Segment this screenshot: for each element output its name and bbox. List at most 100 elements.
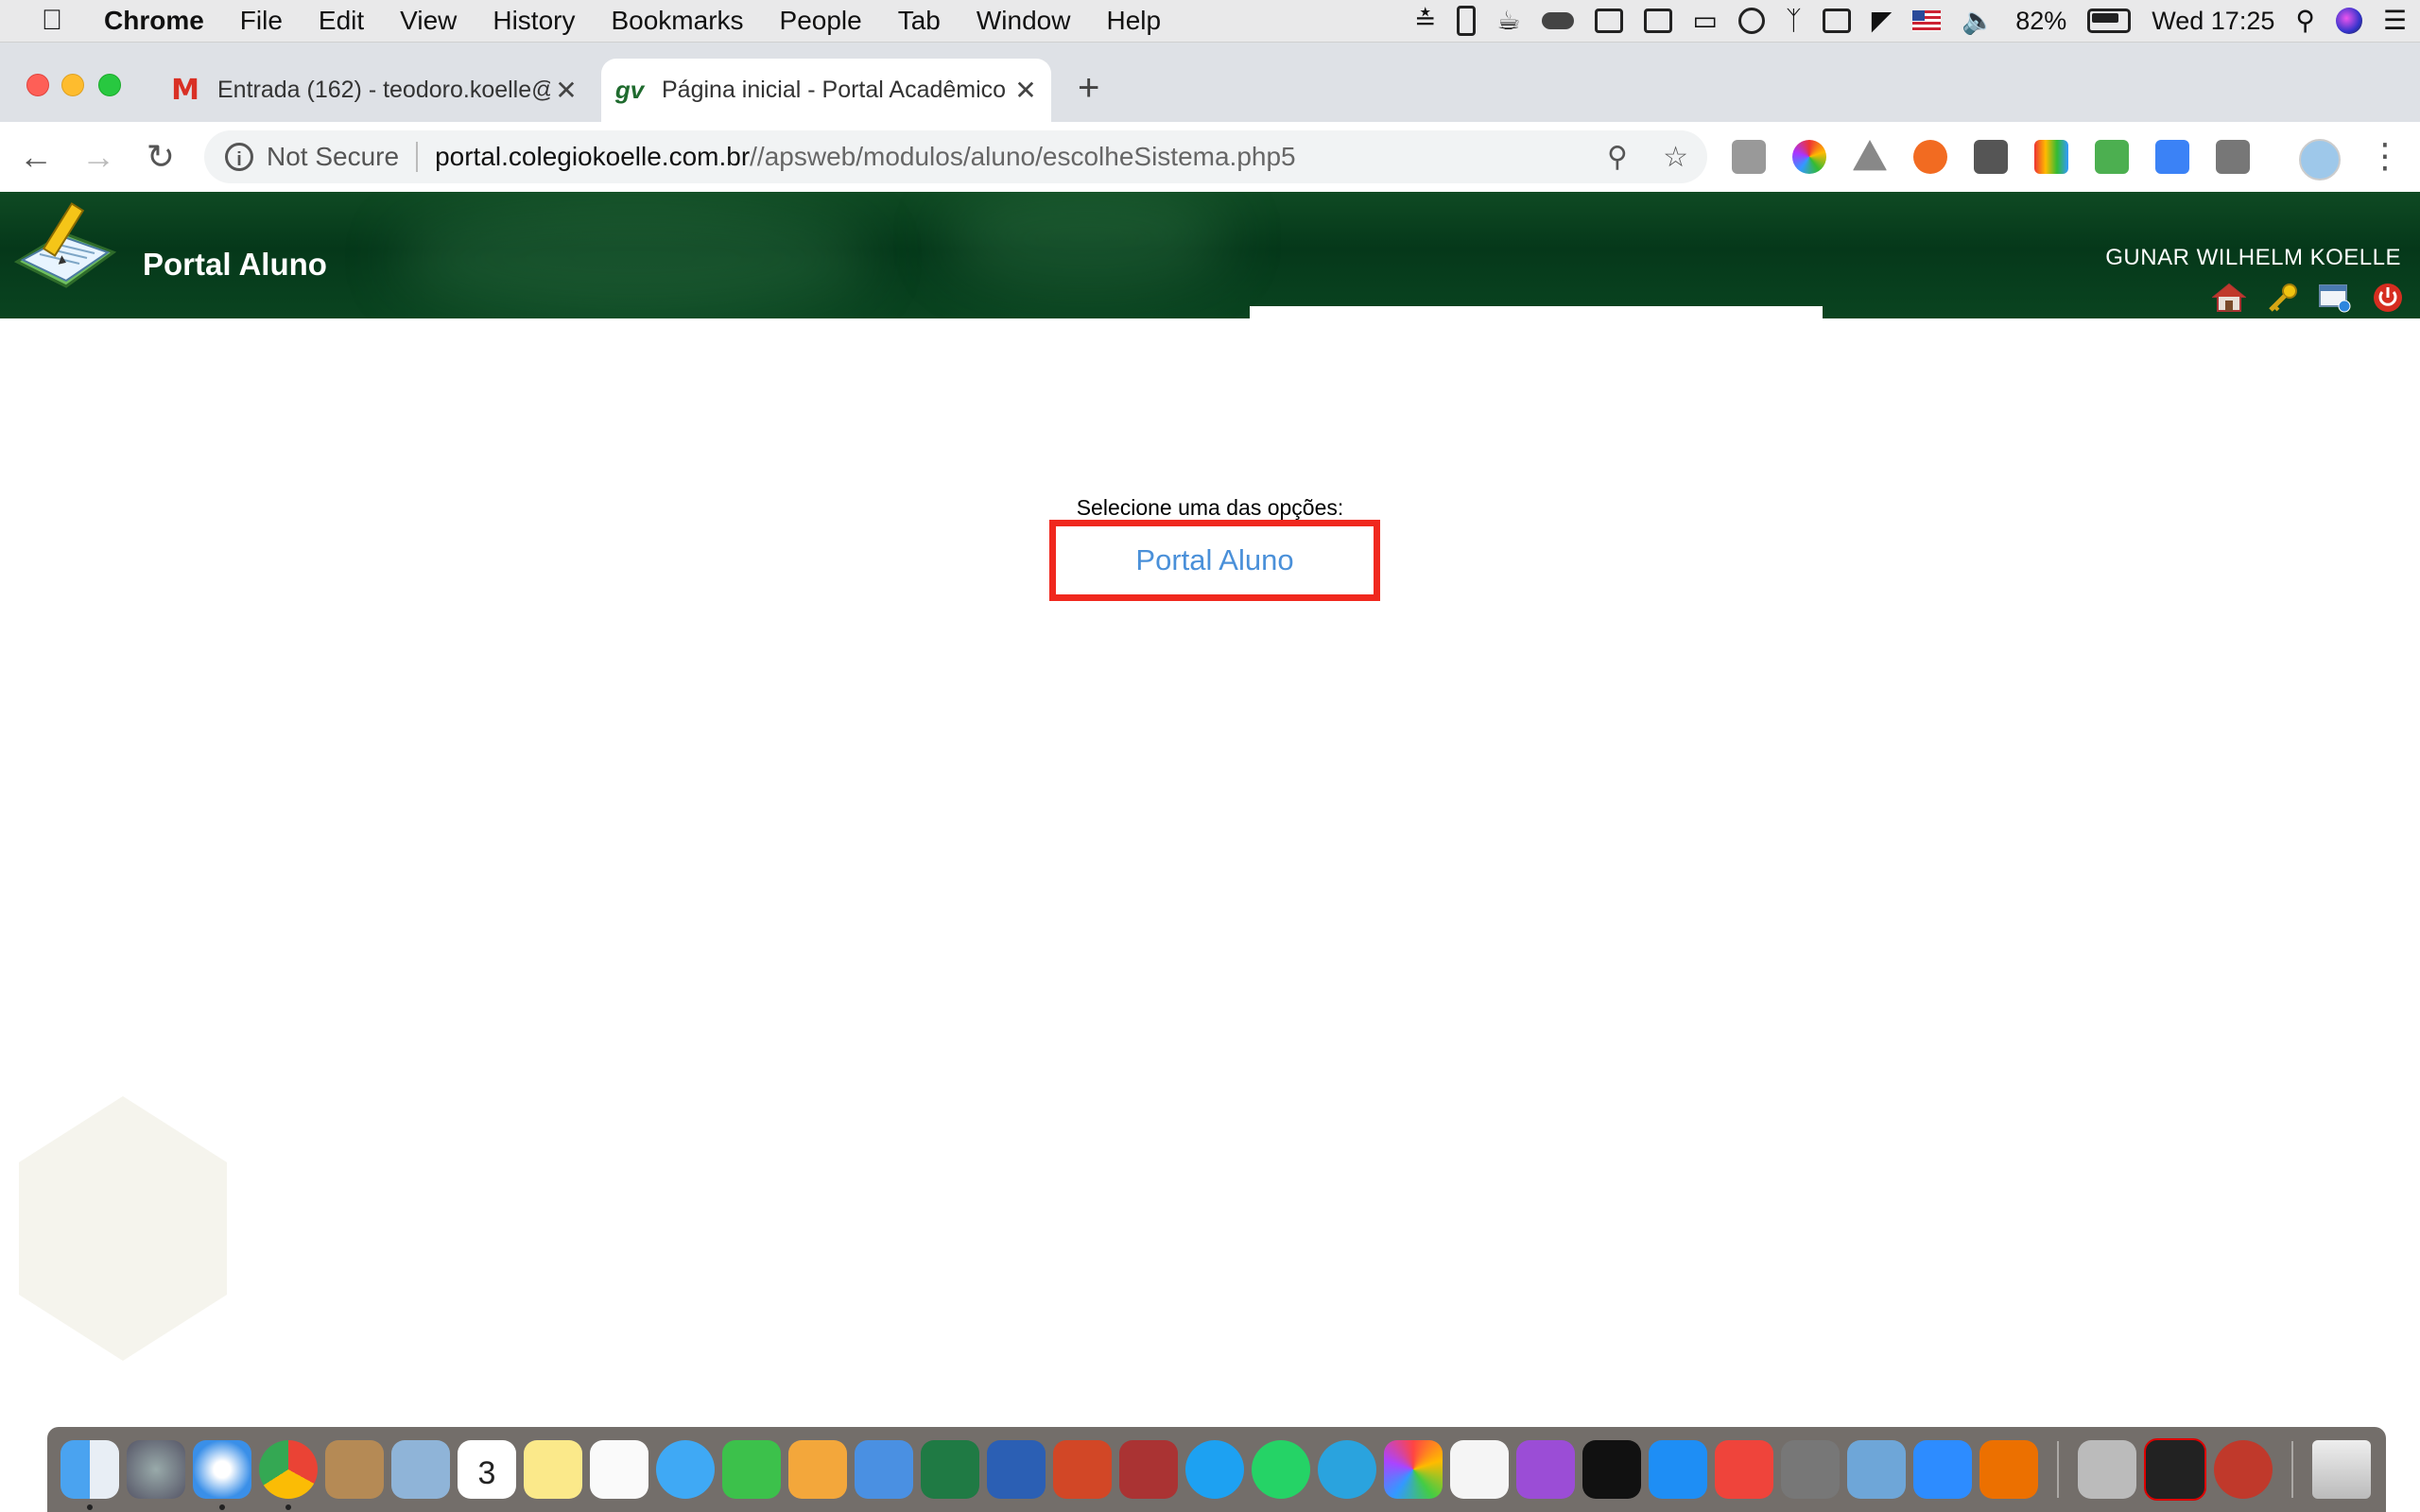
- memory-icon[interactable]: [1822, 9, 1851, 33]
- extension-color-wheel-icon[interactable]: [1792, 140, 1826, 174]
- whatsapp-icon[interactable]: [1252, 1440, 1310, 1499]
- reload-button[interactable]: ↻: [134, 137, 187, 177]
- menu-history[interactable]: History: [475, 6, 593, 36]
- telegram-icon[interactable]: [1318, 1440, 1376, 1499]
- apple-menu-icon[interactable]: : [0, 5, 104, 37]
- clock[interactable]: Wed 17:25: [2152, 7, 2274, 36]
- menu-window[interactable]: Window: [959, 6, 1089, 36]
- keychain-icon[interactable]: [2078, 1440, 2136, 1499]
- extension-bitly-icon[interactable]: [1913, 140, 1947, 174]
- acrobat-icon[interactable]: [2144, 1438, 2206, 1501]
- powerpoint-icon[interactable]: [1053, 1440, 1112, 1499]
- facetime-icon[interactable]: [722, 1440, 781, 1499]
- mail-icon[interactable]: [391, 1440, 450, 1499]
- menu-tab[interactable]: Tab: [880, 6, 959, 36]
- menu-bookmarks[interactable]: Bookmarks: [593, 6, 761, 36]
- home-icon[interactable]: [2212, 282, 2246, 314]
- battery-icon[interactable]: [2087, 9, 2132, 33]
- window-maximize-button[interactable]: [98, 74, 121, 96]
- address-bar[interactable]: i Not Secure portal.colegiokoelle.com.br…: [204, 130, 1707, 183]
- reminders-icon[interactable]: [590, 1440, 648, 1499]
- coffee-icon[interactable]: ☕: [1496, 8, 1520, 34]
- bluetooth-icon[interactable]: ᛉ: [1786, 8, 1802, 34]
- photos-icon[interactable]: [1384, 1440, 1443, 1499]
- keynote-icon[interactable]: [855, 1440, 913, 1499]
- extension-mail-check-icon[interactable]: [2095, 140, 2129, 174]
- pages-icon[interactable]: [788, 1440, 847, 1499]
- phone-icon[interactable]: [1457, 6, 1477, 36]
- outlook-badge-icon[interactable]: [2214, 1440, 2273, 1499]
- word-icon[interactable]: [987, 1440, 1046, 1499]
- menu-file[interactable]: File: [222, 6, 301, 36]
- key-password-icon[interactable]: [2265, 282, 2299, 314]
- menu-view[interactable]: View: [382, 6, 475, 36]
- messages-icon[interactable]: [2318, 282, 2352, 314]
- notes-icon[interactable]: [524, 1440, 582, 1499]
- cloud-icon[interactable]: [1541, 12, 1574, 29]
- contacts-icon[interactable]: [325, 1440, 384, 1499]
- itau-icon[interactable]: [1979, 1440, 2038, 1499]
- notification-center-icon[interactable]: ☰: [2383, 8, 2407, 34]
- menu-app-chrome[interactable]: Chrome: [104, 6, 222, 36]
- tab-close-icon[interactable]: ✕: [550, 75, 582, 106]
- anydesk-icon[interactable]: [1715, 1440, 1773, 1499]
- back-button[interactable]: ←: [9, 137, 62, 177]
- toggle-icon[interactable]: [1643, 9, 1672, 33]
- extension-pocket-icon[interactable]: [1974, 140, 2008, 174]
- time-machine-icon[interactable]: [1737, 8, 1765, 34]
- apple-tv-icon[interactable]: [1582, 1440, 1641, 1499]
- portal-header: Portal Aluno GUNAR WILHELM KOELLE: [0, 192, 2420, 318]
- system-preferences-icon[interactable]: [1781, 1440, 1840, 1499]
- chrome-icon[interactable]: [259, 1440, 318, 1510]
- calendar-icon[interactable]: 3: [458, 1440, 516, 1499]
- extension-calendar-icon[interactable]: [2155, 140, 2189, 174]
- key-icon[interactable]: ⚲: [1607, 141, 1628, 174]
- security-label[interactable]: Not Secure: [267, 142, 399, 172]
- tab-gmail[interactable]: M Entrada (162) - teodoro.koelle@ ✕: [157, 59, 592, 122]
- window-close-button[interactable]: [26, 74, 49, 96]
- tool-icon[interactable]: ≛: [1414, 8, 1436, 34]
- profile-avatar[interactable]: [2299, 139, 2341, 180]
- logout-power-icon[interactable]: [2371, 282, 2405, 314]
- safari-icon[interactable]: [193, 1440, 251, 1510]
- tab-portal-academico[interactable]: gv Página inicial - Portal Acadêmico ✕: [601, 59, 1051, 122]
- header-glow: [397, 201, 870, 315]
- portal-logo[interactable]: [8, 196, 125, 313]
- options-prompt: Selecione uma das opções:: [1076, 495, 1344, 520]
- podcasts-icon[interactable]: [1516, 1440, 1575, 1499]
- music-icon[interactable]: [1450, 1440, 1509, 1499]
- forward-button[interactable]: →: [72, 137, 125, 177]
- extension-download-icon[interactable]: [1732, 140, 1766, 174]
- siri-icon[interactable]: [2335, 8, 2362, 34]
- menu-people[interactable]: People: [762, 6, 880, 36]
- spotlight-search-icon[interactable]: ⚲: [2295, 8, 2315, 34]
- battery-percent[interactable]: 82%: [2015, 7, 2066, 36]
- extension-puzzle-icon[interactable]: [2216, 140, 2250, 174]
- trash-icon[interactable]: [2312, 1440, 2371, 1499]
- tab-close-icon[interactable]: ✕: [1010, 75, 1042, 106]
- menu-help[interactable]: Help: [1088, 6, 1179, 36]
- preview-icon[interactable]: [1847, 1440, 1906, 1499]
- excel-icon[interactable]: [921, 1440, 979, 1499]
- bookmark-star-icon[interactable]: ☆: [1663, 141, 1688, 174]
- window-minimize-button[interactable]: [61, 74, 84, 96]
- new-tab-button[interactable]: +: [1078, 69, 1099, 107]
- menu-edit[interactable]: Edit: [301, 6, 382, 36]
- finder-icon[interactable]: [60, 1440, 119, 1510]
- zoom-icon[interactable]: [1913, 1440, 1972, 1499]
- us-flag-input-icon[interactable]: [1912, 10, 1942, 31]
- volume-icon[interactable]: 🔈: [1962, 8, 1995, 34]
- airplay-icon[interactable]: ▭: [1693, 8, 1718, 34]
- site-info-icon[interactable]: i: [225, 143, 253, 171]
- photo-booth-icon[interactable]: [1119, 1440, 1178, 1499]
- app-store-icon[interactable]: [1649, 1440, 1707, 1499]
- wifi-icon[interactable]: ◤: [1872, 8, 1893, 34]
- launchpad-icon[interactable]: [127, 1440, 185, 1499]
- portal-aluno-link[interactable]: Portal Aluno: [1135, 543, 1293, 577]
- skype-icon[interactable]: [1185, 1440, 1244, 1499]
- extension-drive-icon[interactable]: [1853, 140, 1887, 171]
- extension-rainbow-icon[interactable]: [2034, 140, 2068, 174]
- drive-icon[interactable]: [1594, 9, 1623, 33]
- messages-icon[interactable]: [656, 1440, 715, 1499]
- chrome-menu-icon[interactable]: ⋮: [2368, 135, 2402, 177]
